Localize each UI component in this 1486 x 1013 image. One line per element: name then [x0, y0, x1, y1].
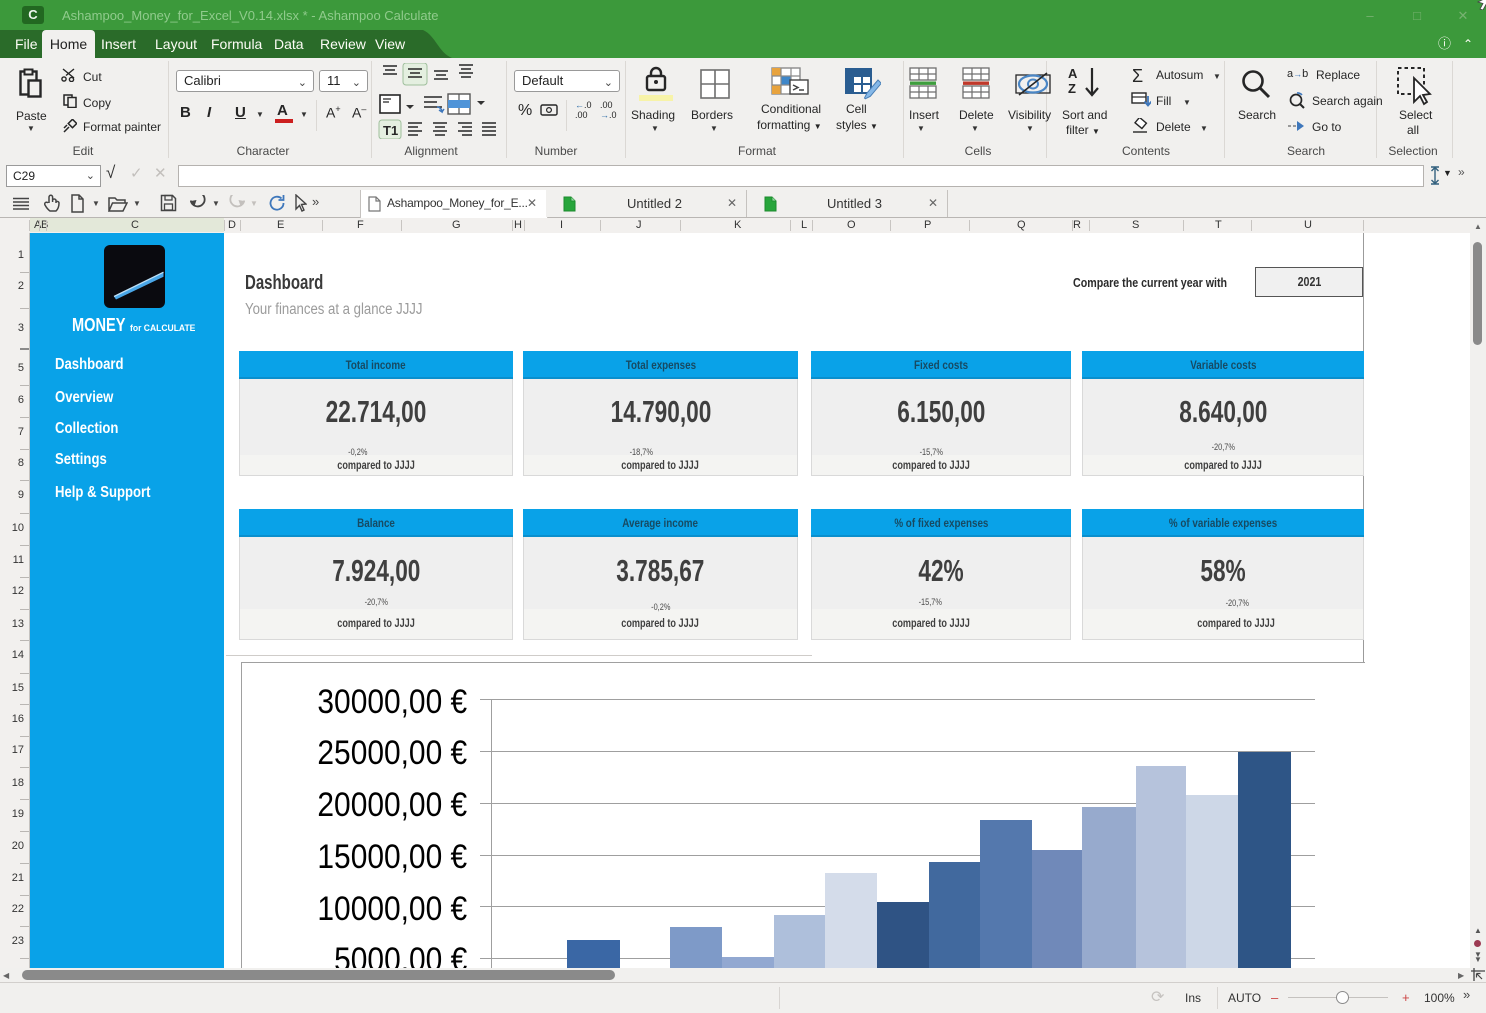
svg-text:T1: T1	[383, 123, 398, 138]
